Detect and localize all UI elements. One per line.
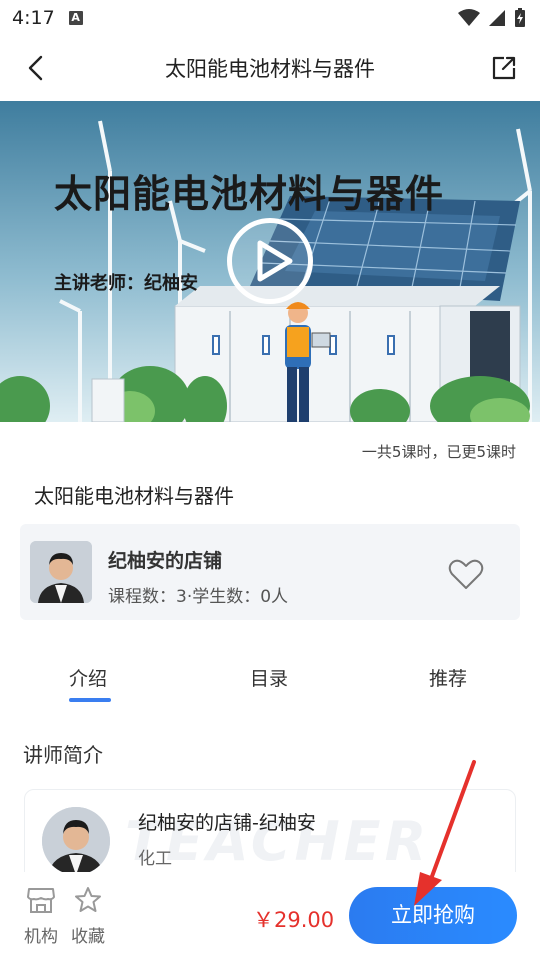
battery-icon <box>515 8 525 27</box>
price: ￥29.00 <box>253 908 335 932</box>
cover-title: 太阳能电池材料与器件 <box>54 171 445 216</box>
teacher-avatar <box>42 807 110 875</box>
play-button[interactable] <box>227 218 313 304</box>
active-tab-indicator <box>69 698 111 702</box>
course-cover-video[interactable]: 太阳能电池材料与器件 主讲老师：纪柚安 <box>0 101 540 422</box>
shop-name: 纪柚安的店铺 <box>108 550 223 572</box>
shop-icon <box>27 888 55 913</box>
org-label: 机构 <box>24 927 58 947</box>
chevron-left-icon <box>28 55 43 81</box>
lesson-count: 一共5课时，已更5课时 <box>361 443 516 461</box>
org-button[interactable]: 机构 <box>21 886 61 947</box>
status-right <box>458 8 526 28</box>
person-photo-icon <box>42 807 110 875</box>
shop-card[interactable]: 纪柚安的店铺 课程数：3·学生数：0人 <box>20 524 520 620</box>
notification-a-icon: A <box>68 11 83 25</box>
course-detail-page: 4:17 A 太阳能电池材料与器件 太阳能电池材料与器件 主讲老师：纪柚安 一共… <box>0 0 540 960</box>
person-photo-icon <box>30 541 92 603</box>
status-left: 4:17 A <box>12 7 83 29</box>
tab-intro[interactable]: 介绍 <box>69 664 107 691</box>
cover-subtitle: 主讲老师：纪柚安 <box>54 273 198 294</box>
shop-stats: 课程数：3·学生数：0人 <box>108 587 289 607</box>
heart-icon[interactable] <box>448 559 484 591</box>
status-time: 4:17 <box>12 7 55 29</box>
nav-bar: 太阳能电池材料与器件 <box>0 36 540 100</box>
tab-recommend[interactable]: 推荐 <box>429 664 467 691</box>
course-title: 太阳能电池材料与器件 <box>34 484 234 508</box>
status-bar: 4:17 A <box>0 0 540 36</box>
wifi-icon <box>458 9 480 26</box>
star-icon <box>75 887 101 912</box>
teacher-field: 化工 <box>138 849 172 869</box>
share-icon[interactable] <box>490 54 518 82</box>
back-button[interactable] <box>20 52 50 84</box>
tab-catalog[interactable]: 目录 <box>250 664 288 691</box>
favorite-label: 收藏 <box>71 927 105 947</box>
shop-avatar <box>30 541 92 603</box>
signal-icon <box>489 10 505 26</box>
play-icon <box>257 240 293 282</box>
page-title: 太阳能电池材料与器件 <box>165 57 375 81</box>
section-title: 讲师简介 <box>23 743 103 767</box>
bottom-action-bar: 机构 收藏 ￥29.00 立即抢购 <box>0 872 540 960</box>
teacher-name: 纪柚安的店铺-纪柚安 <box>138 812 316 834</box>
tab-bar: 介绍 目录 推荐 <box>0 650 540 710</box>
buy-now-button[interactable]: 立即抢购 <box>349 887 517 944</box>
favorite-button[interactable]: 收藏 <box>68 886 108 947</box>
